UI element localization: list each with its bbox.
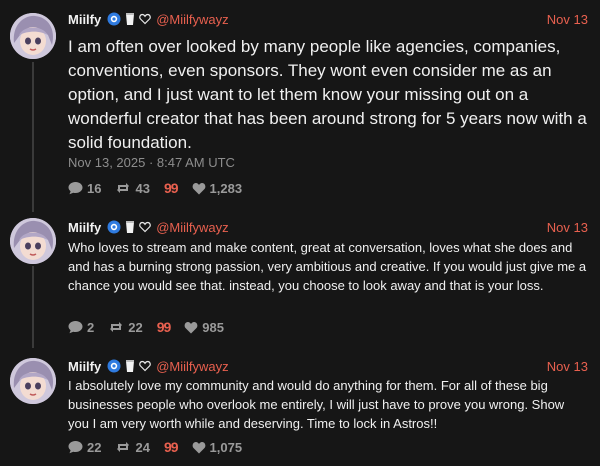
like-count: 1,075 <box>209 439 243 455</box>
post-stats: 2 22 99 985 <box>68 319 238 335</box>
heart-outline-icon <box>139 221 152 233</box>
repost-icon <box>117 183 130 193</box>
like-button[interactable]: 985 <box>184 320 224 335</box>
reply-count: 2 <box>87 319 95 335</box>
comment-icon <box>68 182 83 195</box>
post-date[interactable]: Nov 13 <box>547 220 588 235</box>
author-handle[interactable]: @Miilfywayz <box>156 220 228 235</box>
reply-button[interactable]: 22 <box>68 440 101 455</box>
avatar[interactable] <box>10 218 56 264</box>
reply-count: 16 <box>87 180 102 196</box>
repost-count: 43 <box>135 180 150 196</box>
avatar[interactable] <box>10 13 56 59</box>
heart-icon <box>184 321 198 333</box>
like-count: 1,283 <box>209 180 243 196</box>
post-header: Miilfy @Miilfywayz Nov 13 <box>68 10 588 28</box>
repost-icon <box>117 442 130 452</box>
heart-outline-icon <box>139 360 152 372</box>
like-button[interactable]: 1,075 <box>192 439 243 455</box>
post[interactable]: Miilfy @Miilfywayz Nov 13 I am often ove… <box>0 0 600 210</box>
reply-count: 22 <box>87 439 102 455</box>
cup-icon <box>125 359 135 373</box>
heart-icon <box>192 441 205 453</box>
comment-icon <box>68 321 83 334</box>
post-text: I am often over looked by many people li… <box>68 37 587 152</box>
heart-icon <box>192 182 205 194</box>
post-header: Miilfy @Miilfywayz Nov 13 <box>68 357 588 375</box>
author-name[interactable]: Miilfy <box>68 359 101 374</box>
post-stats: 22 24 99 1,075 <box>68 439 256 455</box>
post-timestamp[interactable]: Nov 13, 2025 · 8:47 AM UTC <box>68 155 235 170</box>
cup-icon <box>125 12 135 26</box>
verified-badge-icon <box>107 12 121 26</box>
cup-icon <box>125 220 135 234</box>
post-text: I absolutely love my community and would… <box>68 378 565 431</box>
post[interactable]: Miilfy @Miilfywayz Nov 13 Who loves to s… <box>0 208 600 348</box>
post-date[interactable]: Nov 13 <box>547 12 588 27</box>
quote-icon[interactable]: 99 <box>164 439 179 455</box>
post-header: Miilfy @Miilfywayz Nov 13 <box>68 218 588 236</box>
reply-button[interactable]: 2 <box>68 320 94 335</box>
author-handle[interactable]: @Miilfywayz <box>156 359 228 374</box>
repost-count: 22 <box>128 319 143 335</box>
post-date[interactable]: Nov 13 <box>547 359 588 374</box>
author-name[interactable]: Miilfy <box>68 220 101 235</box>
like-button[interactable]: 1,283 <box>192 180 243 196</box>
verified-badge-icon <box>107 220 121 234</box>
post-text: Who loves to stream and make content, gr… <box>68 240 587 293</box>
avatar[interactable] <box>10 358 56 404</box>
repost-button[interactable]: 24 <box>115 439 150 455</box>
repost-count: 24 <box>135 439 150 455</box>
author-name[interactable]: Miilfy <box>68 12 101 27</box>
heart-outline-icon <box>139 13 152 25</box>
repost-button[interactable]: 22 <box>108 319 143 335</box>
repost-button[interactable]: 43 <box>115 180 150 196</box>
post-stats: 16 43 99 1,283 <box>68 180 256 196</box>
quote-icon[interactable]: 99 <box>164 180 179 196</box>
reply-button[interactable]: 16 <box>68 181 101 196</box>
comment-icon <box>68 441 83 454</box>
quote-icon[interactable]: 99 <box>157 319 172 335</box>
post[interactable]: Miilfy @Miilfywayz Nov 13 I absolutely l… <box>0 348 600 466</box>
verified-badge-icon <box>107 359 121 373</box>
author-handle[interactable]: @Miilfywayz <box>156 12 228 27</box>
like-count: 985 <box>202 319 224 335</box>
repost-icon <box>110 322 123 332</box>
